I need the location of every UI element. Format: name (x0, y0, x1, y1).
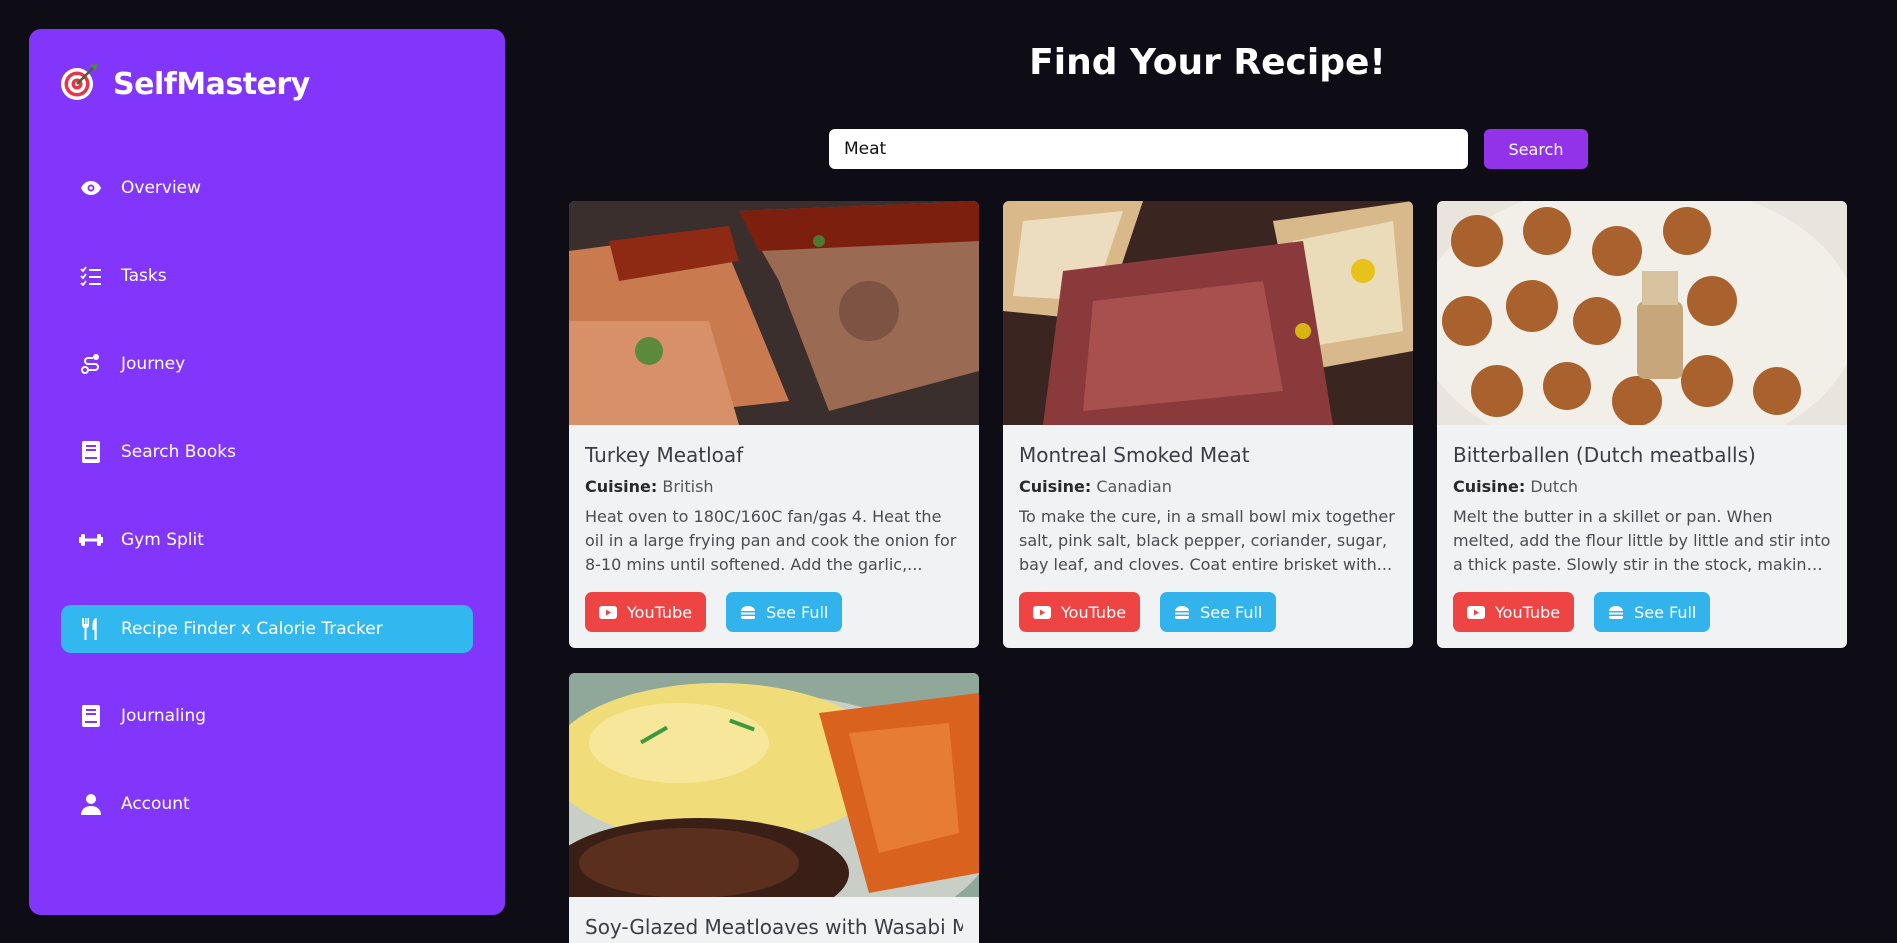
brand-title: SelfMastery (113, 66, 310, 102)
youtube-button[interactable]: YouTube (585, 592, 707, 632)
cuisine-label: Cuisine: (1453, 477, 1526, 496)
youtube-label: YouTube (1061, 602, 1127, 622)
see-full-button[interactable]: See Full (1160, 592, 1277, 632)
sidebar-item-label: Overview (121, 178, 202, 198)
cuisine-value: British (662, 477, 714, 496)
burger-icon (1175, 606, 1190, 619)
youtube-button[interactable]: YouTube (1453, 592, 1575, 632)
sidebar: SelfMastery Overview Tasks Journey Searc… (29, 29, 505, 915)
youtube-icon (599, 605, 617, 619)
eye-icon (77, 180, 105, 196)
recipe-card: Soy-Glazed Meatloaves with Wasabi Mashed… (569, 673, 979, 943)
sidebar-item-label: Search Books (121, 442, 236, 462)
cuisine-label: Cuisine: (585, 477, 658, 496)
cuisine-value: Dutch (1530, 477, 1579, 496)
sidebar-item-label: Tasks (121, 266, 167, 286)
recipe-image-turkey-meatloaf (569, 201, 979, 425)
sidebar-item-label: Journey (121, 354, 186, 374)
recipe-cuisine: Cuisine: British (585, 477, 963, 496)
sidebar-item-label: Recipe Finder x Calorie Tracker (121, 619, 383, 639)
route-icon (77, 353, 105, 375)
sidebar-item-recipe-finder[interactable]: Recipe Finder x Calorie Tracker (61, 605, 473, 653)
recipe-title: Montreal Smoked Meat (1019, 443, 1250, 467)
recipe-title: Soy-Glazed Meatloaves with Wasabi Mashed… (585, 915, 963, 939)
sidebar-item-gym-split[interactable]: Gym Split (61, 516, 473, 564)
youtube-icon (1467, 605, 1485, 619)
dumbbell-icon (77, 532, 105, 548)
sidebar-item-label: Gym Split (121, 530, 204, 550)
recipe-title: Turkey Meatloaf (585, 443, 744, 467)
see-full-label: See Full (1200, 602, 1263, 622)
see-full-label: See Full (1634, 602, 1697, 622)
cuisine-value: Canadian (1096, 477, 1172, 496)
recipe-image-soy-glazed-meatloaves (569, 673, 979, 897)
utensils-icon (77, 618, 105, 640)
see-full-button[interactable]: See Full (1594, 592, 1711, 632)
recipe-instructions: To make the cure, in a small bowl mix to… (1019, 507, 1395, 574)
recipe-cuisine: Cuisine: Canadian (1019, 477, 1397, 496)
burger-icon (741, 606, 756, 619)
sidebar-item-overview[interactable]: Overview (61, 164, 473, 212)
sidebar-item-label: Journaling (121, 706, 207, 726)
recipe-card: Turkey Meatloaf Cuisine: British Heat ov… (569, 201, 979, 648)
see-full-label: See Full (766, 602, 829, 622)
recipe-image-montreal-smoked-meat (1003, 201, 1413, 425)
user-icon (77, 793, 105, 815)
recipe-title: Bitterballen (Dutch meatballs) (1453, 443, 1756, 467)
journal-icon (77, 705, 105, 727)
sidebar-item-label: Account (121, 794, 190, 814)
youtube-label: YouTube (1495, 602, 1561, 622)
sidebar-item-journey[interactable]: Journey (61, 340, 473, 388)
page-title: Find Your Recipe! (1029, 42, 1386, 83)
recipe-cuisine: Cuisine: Dutch (1453, 477, 1831, 496)
recipe-card: Bitterballen (Dutch meatballs) Cuisine: … (1437, 201, 1847, 648)
checklist-icon (77, 266, 105, 286)
youtube-button[interactable]: YouTube (1019, 592, 1141, 632)
brand[interactable]: SelfMastery (59, 61, 310, 107)
recipe-instructions: Heat oven to 180C/160C fan/gas 4. Heat t… (585, 507, 957, 574)
sidebar-item-account[interactable]: Account (61, 780, 473, 828)
recipe-image-bitterballen (1437, 201, 1847, 425)
youtube-label: YouTube (627, 602, 693, 622)
recipe-card: Montreal Smoked Meat Cuisine: Canadian T… (1003, 201, 1413, 648)
search-button[interactable]: Search (1484, 129, 1588, 169)
see-full-button[interactable]: See Full (726, 592, 843, 632)
sidebar-item-tasks[interactable]: Tasks (61, 252, 473, 300)
sidebar-item-journaling[interactable]: Journaling (61, 692, 473, 740)
book-icon (77, 441, 105, 463)
youtube-icon (1033, 605, 1051, 619)
search-input[interactable] (829, 129, 1468, 169)
recipe-instructions: Melt the butter in a skillet or pan. Whe… (1453, 507, 1831, 574)
sidebar-item-search-books[interactable]: Search Books (61, 428, 473, 476)
target-icon (59, 62, 99, 106)
cuisine-label: Cuisine: (1019, 477, 1092, 496)
burger-icon (1609, 606, 1624, 619)
